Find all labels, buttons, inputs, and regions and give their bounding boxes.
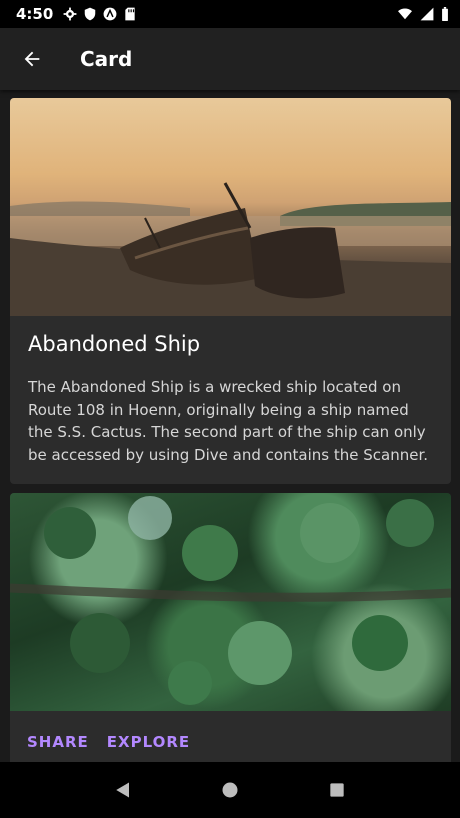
shield-icon <box>85 7 96 21</box>
card-body-text: The Abandoned Ship is a wrecked ship loc… <box>28 378 429 464</box>
app-notification-icon <box>103 7 117 21</box>
back-button[interactable] <box>0 28 64 90</box>
nav-home-button[interactable] <box>210 770 250 810</box>
square-recents-icon <box>329 783 344 797</box>
circle-home-icon <box>222 782 238 798</box>
explore-button[interactable]: EXPLORE <box>98 727 199 757</box>
wifi-icon <box>398 8 412 20</box>
triangle-back-icon <box>116 782 130 798</box>
sd-card-icon <box>125 7 135 21</box>
ship-illustration <box>10 182 451 316</box>
nav-recents-button[interactable] <box>317 770 357 810</box>
arrow-back-icon <box>24 51 40 67</box>
app-bar: Card <box>0 28 460 90</box>
status-left-icons <box>63 7 137 21</box>
card-forest: SHARE EXPLORE <box>10 493 451 762</box>
signal-icon <box>420 7 434 21</box>
card-actions: SHARE EXPLORE <box>10 711 451 762</box>
card-image-ship <box>10 98 451 316</box>
forest-illustration <box>10 496 451 705</box>
status-bar: 4:50 <box>0 0 460 28</box>
card-abandoned-ship: Abandoned Ship The Abandoned Ship is a w… <box>10 98 451 484</box>
battery-icon <box>442 7 448 21</box>
settings-icon <box>63 7 77 21</box>
card-list[interactable]: Abandoned Ship The Abandoned Ship is a w… <box>0 90 460 762</box>
page-title: Card <box>80 47 133 71</box>
share-button[interactable]: SHARE <box>18 727 98 757</box>
status-right-icons <box>396 7 450 21</box>
card-title: Abandoned Ship <box>28 332 201 356</box>
card-image-forest <box>10 493 451 711</box>
system-navigation-bar <box>0 762 460 818</box>
nav-back-button[interactable] <box>103 770 143 810</box>
status-time: 4:50 <box>16 5 54 23</box>
